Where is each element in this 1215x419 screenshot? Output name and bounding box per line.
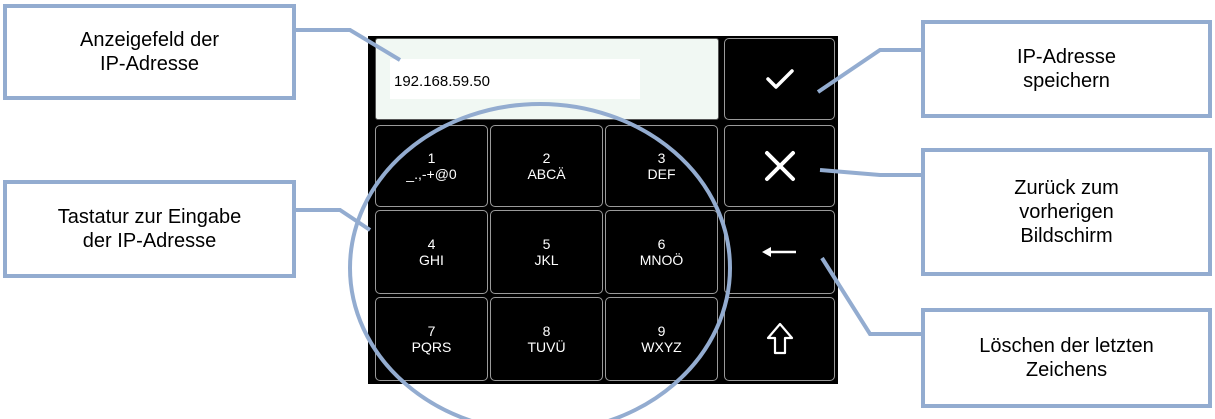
key-5[interactable]: 5 JKL — [490, 210, 603, 294]
key-6[interactable]: 6 MNOÖ — [605, 210, 718, 294]
key-9[interactable]: 9 WXYZ — [605, 297, 718, 381]
key-8[interactable]: 8 TUVÜ — [490, 297, 603, 381]
key-letters: DEF — [647, 166, 676, 182]
key-letters: WXYZ — [641, 339, 682, 355]
key-letters: ABCÄ — [527, 166, 566, 182]
key-number: 9 — [657, 323, 666, 339]
cancel-button[interactable] — [724, 125, 835, 207]
key-number: 3 — [657, 150, 666, 166]
key-3[interactable]: 3 DEF — [605, 125, 718, 207]
key-letters: JKL — [534, 252, 559, 268]
callout-back: Zurück zum vorherigen Bildschirm — [921, 148, 1212, 276]
leader-keypad — [296, 208, 372, 232]
close-icon — [764, 151, 795, 181]
checkmark-icon — [765, 69, 794, 89]
key-number: 4 — [427, 236, 436, 252]
key-number: 8 — [542, 323, 551, 339]
arrow-left-icon — [761, 247, 796, 257]
shift-button[interactable] — [724, 297, 835, 381]
key-number: 7 — [427, 323, 436, 339]
callout-delete: Löschen der letzten Zeichens — [921, 308, 1212, 408]
key-letters: TUVÜ — [527, 339, 566, 355]
key-letters: _.,-+@0 — [406, 166, 457, 182]
key-4[interactable]: 4 GHI — [375, 210, 488, 294]
key-number: 5 — [542, 236, 551, 252]
key-number: 2 — [542, 150, 551, 166]
key-number: 6 — [657, 236, 666, 252]
callout-display-field: Anzeigefeld der IP-Adresse — [3, 4, 296, 100]
ip-display-field[interactable]: 192.168.59.50 — [375, 38, 719, 120]
key-letters: GHI — [419, 252, 444, 268]
key-number: 1 — [427, 150, 436, 166]
shift-arrow-up-icon — [766, 322, 793, 355]
key-letters: PQRS — [411, 339, 452, 355]
callout-save: IP-Adresse speichern — [921, 20, 1212, 118]
key-2[interactable]: 2 ABCÄ — [490, 125, 603, 207]
ip-address-value: 192.168.59.50 — [394, 73, 490, 90]
callout-keypad: Tastatur zur Eingabe der IP-Adresse — [3, 180, 296, 278]
key-7[interactable]: 7 PQRS — [375, 297, 488, 381]
key-letters: MNOÖ — [639, 252, 684, 268]
key-1[interactable]: 1 _.,-+@0 — [375, 125, 488, 207]
save-button[interactable] — [724, 38, 835, 120]
backspace-button[interactable] — [724, 210, 835, 294]
